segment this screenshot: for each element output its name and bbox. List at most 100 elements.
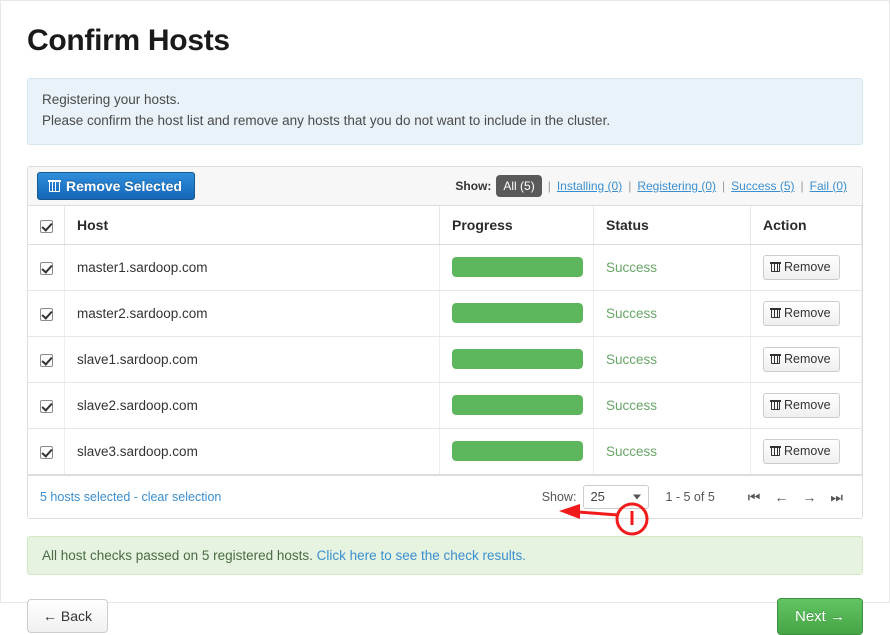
action-cell: Remove: [751, 428, 862, 474]
host-checks-alert: All host checks passed on 5 registered h…: [27, 536, 863, 575]
hosts-panel: Remove Selected Show: All (5) | Installi…: [27, 166, 863, 519]
action-cell: Remove: [751, 290, 862, 336]
filter-all[interactable]: All (5): [496, 175, 541, 197]
progress-cell: [440, 244, 594, 290]
remove-host-button[interactable]: Remove: [763, 439, 840, 464]
status-badge: Success: [606, 260, 657, 275]
row-select-cell: [28, 244, 65, 290]
status-cell: Success: [594, 336, 751, 382]
filter-fail[interactable]: Fail (0): [810, 179, 847, 193]
show-label: Show:: [455, 179, 491, 193]
column-header-host: Host: [65, 206, 440, 245]
info-line-2: Please confirm the host list and remove …: [42, 111, 848, 132]
status-badge: Success: [606, 306, 657, 321]
remove-host-label: Remove: [784, 306, 831, 321]
progress-bar-fill: [452, 395, 583, 415]
trash-icon: [771, 354, 780, 364]
status-cell: Success: [594, 290, 751, 336]
row-select-cell: [28, 290, 65, 336]
remove-host-button[interactable]: Remove: [763, 255, 840, 280]
host-name-cell: master1.sardoop.com: [65, 244, 440, 290]
row-select-cell: [28, 382, 65, 428]
confirm-hosts-page: Confirm Hosts Registering your hosts. Pl…: [0, 0, 890, 603]
info-banner: Registering your hosts. Please confirm t…: [27, 78, 863, 145]
host-name-cell: master2.sardoop.com: [65, 290, 440, 336]
filter-installing[interactable]: Installing (0): [557, 179, 622, 193]
progress-bar-fill: [452, 441, 583, 461]
row-checkbox[interactable]: [40, 400, 53, 413]
row-select-cell: [28, 428, 65, 474]
status-badge: Success: [606, 398, 657, 413]
first-page-icon[interactable]: ⏮: [741, 490, 768, 504]
filter-success[interactable]: Success (5): [731, 179, 794, 193]
row-checkbox[interactable]: [40, 262, 53, 275]
trash-icon: [49, 180, 60, 192]
prev-page-icon[interactable]: ←: [767, 490, 795, 504]
host-name-cell: slave1.sardoop.com: [65, 336, 440, 382]
page-title: Confirm Hosts: [1, 1, 889, 59]
hosts-table: Host Progress Status Action master1.sard…: [28, 206, 862, 475]
info-line-1: Registering your hosts.: [42, 90, 848, 111]
hosts-toolbar: Remove Selected Show: All (5) | Installi…: [28, 167, 862, 206]
filter-registering[interactable]: Registering (0): [637, 179, 716, 193]
progress-bar: [452, 349, 583, 369]
remove-host-label: Remove: [784, 444, 831, 459]
page-size-select[interactable]: 25: [583, 485, 649, 509]
status-cell: Success: [594, 382, 751, 428]
progress-cell: [440, 382, 594, 428]
row-checkbox[interactable]: [40, 308, 53, 321]
pagination-range: 1 - 5 of 5: [665, 490, 714, 504]
hosts-table-head: Host Progress Status Action: [28, 206, 862, 245]
progress-bar: [452, 441, 583, 461]
remove-host-label: Remove: [784, 352, 831, 367]
progress-bar: [452, 395, 583, 415]
select-all-header: [28, 206, 65, 245]
remove-host-label: Remove: [784, 260, 831, 275]
status-badge: Success: [606, 444, 657, 459]
filter-separator: |: [622, 179, 637, 193]
status-filters: Show: All (5) | Installing (0) | Registe…: [455, 175, 847, 197]
wizard-navigation: ← Back Next →: [27, 598, 863, 635]
status-badge: Success: [606, 352, 657, 367]
trash-icon: [771, 446, 780, 456]
filter-separator: |: [542, 179, 557, 193]
table-row: slave2.sardoop.comSuccessRemove: [28, 382, 862, 428]
row-checkbox[interactable]: [40, 446, 53, 459]
row-checkbox[interactable]: [40, 354, 53, 367]
filter-separator: |: [795, 179, 810, 193]
table-row: master2.sardoop.com Success Remove: [28, 290, 862, 336]
page-size-value: 25: [590, 489, 604, 504]
host-name-cell: slave3.sardoop.com: [65, 428, 440, 474]
progress-bar: [452, 257, 583, 277]
progress-bar-fill: [452, 349, 583, 369]
pagination-controls: Show: 25 1 - 5 of 5 ⏮ ← → ⏭: [542, 485, 850, 509]
check-results-link[interactable]: Click here to see the check results.: [317, 548, 526, 563]
column-header-status: Status: [594, 206, 751, 245]
progress-bar-fill: [452, 257, 583, 277]
select-all-checkbox[interactable]: [40, 220, 53, 233]
remove-host-label: Remove: [784, 398, 831, 413]
trash-icon: [771, 262, 780, 272]
back-button[interactable]: ← Back: [27, 599, 108, 633]
page-size-label: Show:: [542, 490, 577, 504]
table-row: master1.sardoop.com Success Remove: [28, 244, 862, 290]
table-row: slave1.sardoop.com Success Remove: [28, 336, 862, 382]
remove-host-button[interactable]: Remove: [763, 393, 840, 418]
row-select-cell: [28, 336, 65, 382]
next-page-icon[interactable]: →: [795, 490, 823, 504]
last-page-icon[interactable]: ⏭: [823, 490, 850, 504]
column-header-action: Action: [751, 206, 862, 245]
remove-selected-button[interactable]: Remove Selected: [37, 172, 195, 200]
table-row: slave3.sardoop.com Success Remove: [28, 428, 862, 474]
progress-bar-fill: [452, 303, 583, 323]
next-button[interactable]: Next →: [777, 598, 863, 635]
action-cell: Remove: [751, 382, 862, 428]
remove-host-button[interactable]: Remove: [763, 347, 840, 372]
progress-cell: [440, 428, 594, 474]
status-cell: Success: [594, 244, 751, 290]
hosts-footer: 5 hosts selected - clear selection Show:…: [28, 475, 862, 518]
filter-separator: |: [716, 179, 731, 193]
remove-host-button[interactable]: Remove: [763, 301, 840, 326]
clear-selection-link[interactable]: 5 hosts selected - clear selection: [40, 490, 221, 504]
trash-icon: [771, 308, 780, 318]
